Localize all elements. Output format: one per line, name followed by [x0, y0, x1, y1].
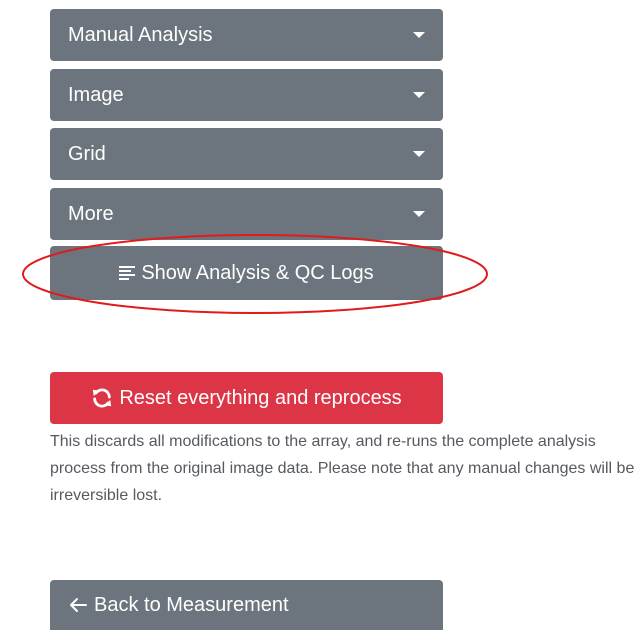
reset-warning-text: This discards all modifications to the a… — [50, 433, 635, 504]
dropdown-label: Manual Analysis — [68, 23, 213, 46]
caret-down-icon — [413, 32, 425, 38]
more-dropdown[interactable]: More — [50, 188, 443, 240]
show-logs-button[interactable]: Show Analysis & QC Logs — [50, 246, 443, 300]
show-logs-label: Show Analysis & QC Logs — [141, 261, 374, 284]
image-dropdown[interactable]: Image — [50, 69, 443, 121]
reset-reprocess-button[interactable]: Reset everything and reprocess — [50, 372, 443, 424]
dropdown-label: More — [68, 202, 114, 225]
sync-icon — [93, 388, 112, 408]
dropdown-label: Image — [68, 83, 124, 106]
manual-analysis-dropdown[interactable]: Manual Analysis — [50, 9, 443, 61]
caret-down-icon — [413, 151, 425, 157]
dropdown-label: Grid — [68, 142, 106, 165]
align-left-icon — [119, 266, 136, 280]
arrow-left-icon — [70, 598, 87, 612]
caret-down-icon — [413, 211, 425, 217]
back-to-measurement-button[interactable]: Back to Measurement — [50, 580, 443, 630]
grid-dropdown[interactable]: Grid — [50, 128, 443, 180]
analysis-sidebar-panel: Manual Analysis Image Grid More Show Ana… — [0, 0, 640, 630]
caret-down-icon — [413, 92, 425, 98]
reset-reprocess-label: Reset everything and reprocess — [119, 386, 402, 409]
back-to-measurement-label: Back to Measurement — [94, 593, 289, 616]
